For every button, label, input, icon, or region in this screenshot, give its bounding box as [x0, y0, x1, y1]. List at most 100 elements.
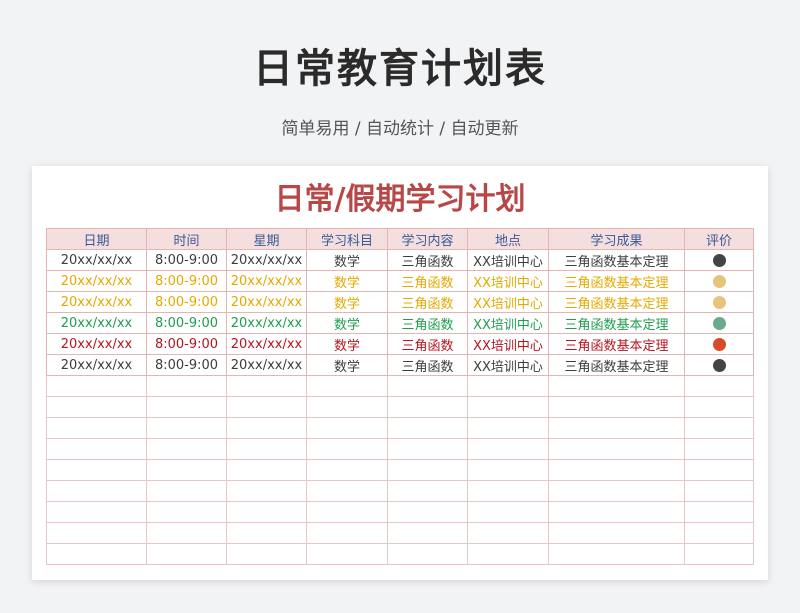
cell-result[interactable]: 三角函数基本定理 — [548, 291, 685, 313]
empty-cell[interactable] — [684, 501, 754, 523]
empty-cell[interactable] — [548, 417, 685, 439]
cell-content[interactable]: 三角函数 — [387, 270, 468, 292]
cell-place[interactable]: XX培训中心 — [467, 312, 549, 334]
cell-rating[interactable] — [684, 354, 754, 376]
empty-cell[interactable] — [226, 522, 307, 544]
empty-cell[interactable] — [306, 438, 388, 460]
cell-weekday[interactable]: 20xx/xx/xx — [226, 333, 307, 355]
cell-date[interactable]: 20xx/xx/xx — [46, 270, 147, 292]
empty-cell[interactable] — [548, 459, 685, 481]
empty-cell[interactable] — [467, 417, 549, 439]
col-header-content[interactable]: 学习内容 — [387, 228, 468, 250]
empty-cell[interactable] — [226, 543, 307, 565]
col-header-result[interactable]: 学习成果 — [548, 228, 685, 250]
col-header-weekday[interactable]: 星期 — [226, 228, 307, 250]
empty-cell[interactable] — [684, 396, 754, 418]
empty-cell[interactable] — [387, 480, 468, 502]
cell-place[interactable]: XX培训中心 — [467, 270, 549, 292]
empty-cell[interactable] — [467, 375, 549, 397]
cell-place[interactable]: XX培训中心 — [467, 291, 549, 313]
empty-cell[interactable] — [467, 438, 549, 460]
cell-result[interactable]: 三角函数基本定理 — [548, 333, 685, 355]
empty-cell[interactable] — [306, 501, 388, 523]
empty-cell[interactable] — [226, 438, 307, 460]
cell-result[interactable]: 三角函数基本定理 — [548, 270, 685, 292]
empty-cell[interactable] — [467, 522, 549, 544]
empty-cell[interactable] — [146, 417, 227, 439]
empty-cell[interactable] — [146, 543, 227, 565]
empty-cell[interactable] — [306, 459, 388, 481]
empty-cell[interactable] — [306, 543, 388, 565]
cell-weekday[interactable]: 20xx/xx/xx — [226, 270, 307, 292]
cell-subject[interactable]: 数学 — [306, 333, 388, 355]
empty-cell[interactable] — [146, 396, 227, 418]
cell-place[interactable]: XX培训中心 — [467, 333, 549, 355]
cell-time[interactable]: 8:00-9:00 — [146, 270, 227, 292]
cell-weekday[interactable]: 20xx/xx/xx — [226, 249, 307, 271]
empty-cell[interactable] — [548, 375, 685, 397]
empty-cell[interactable] — [226, 480, 307, 502]
cell-result[interactable]: 三角函数基本定理 — [548, 312, 685, 334]
empty-cell[interactable] — [467, 459, 549, 481]
empty-cell[interactable] — [146, 480, 227, 502]
empty-cell[interactable] — [146, 501, 227, 523]
empty-cell[interactable] — [548, 522, 685, 544]
empty-cell[interactable] — [46, 417, 147, 439]
cell-content[interactable]: 三角函数 — [387, 354, 468, 376]
cell-subject[interactable]: 数学 — [306, 270, 388, 292]
empty-cell[interactable] — [684, 459, 754, 481]
cell-rating[interactable] — [684, 291, 754, 313]
cell-time[interactable]: 8:00-9:00 — [146, 291, 227, 313]
cell-date[interactable]: 20xx/xx/xx — [46, 333, 147, 355]
empty-cell[interactable] — [306, 480, 388, 502]
empty-cell[interactable] — [226, 375, 307, 397]
empty-cell[interactable] — [387, 417, 468, 439]
cell-rating[interactable] — [684, 333, 754, 355]
col-header-date[interactable]: 日期 — [46, 228, 147, 250]
empty-cell[interactable] — [226, 459, 307, 481]
empty-cell[interactable] — [387, 438, 468, 460]
empty-cell[interactable] — [146, 459, 227, 481]
cell-weekday[interactable]: 20xx/xx/xx — [226, 312, 307, 334]
empty-cell[interactable] — [548, 396, 685, 418]
empty-cell[interactable] — [306, 396, 388, 418]
empty-cell[interactable] — [684, 438, 754, 460]
empty-cell[interactable] — [306, 417, 388, 439]
cell-date[interactable]: 20xx/xx/xx — [46, 249, 147, 271]
empty-cell[interactable] — [467, 543, 549, 565]
empty-cell[interactable] — [684, 375, 754, 397]
cell-result[interactable]: 三角函数基本定理 — [548, 249, 685, 271]
cell-time[interactable]: 8:00-9:00 — [146, 249, 227, 271]
empty-cell[interactable] — [548, 543, 685, 565]
empty-cell[interactable] — [46, 480, 147, 502]
empty-cell[interactable] — [684, 522, 754, 544]
cell-content[interactable]: 三角函数 — [387, 333, 468, 355]
empty-cell[interactable] — [684, 480, 754, 502]
empty-cell[interactable] — [226, 501, 307, 523]
cell-rating[interactable] — [684, 312, 754, 334]
empty-cell[interactable] — [226, 396, 307, 418]
empty-cell[interactable] — [467, 480, 549, 502]
empty-cell[interactable] — [387, 396, 468, 418]
cell-subject[interactable]: 数学 — [306, 354, 388, 376]
empty-cell[interactable] — [387, 501, 468, 523]
cell-rating[interactable] — [684, 270, 754, 292]
cell-time[interactable]: 8:00-9:00 — [146, 354, 227, 376]
cell-subject[interactable]: 数学 — [306, 291, 388, 313]
empty-cell[interactable] — [548, 480, 685, 502]
empty-cell[interactable] — [46, 522, 147, 544]
cell-place[interactable]: XX培训中心 — [467, 249, 549, 271]
empty-cell[interactable] — [684, 417, 754, 439]
empty-cell[interactable] — [548, 501, 685, 523]
cell-rating[interactable] — [684, 249, 754, 271]
empty-cell[interactable] — [684, 543, 754, 565]
empty-cell[interactable] — [306, 375, 388, 397]
col-header-rating[interactable]: 评价 — [684, 228, 754, 250]
cell-subject[interactable]: 数学 — [306, 312, 388, 334]
col-header-subject[interactable]: 学习科目 — [306, 228, 388, 250]
cell-result[interactable]: 三角函数基本定理 — [548, 354, 685, 376]
col-header-place[interactable]: 地点 — [467, 228, 549, 250]
empty-cell[interactable] — [46, 459, 147, 481]
empty-cell[interactable] — [46, 375, 147, 397]
empty-cell[interactable] — [146, 522, 227, 544]
